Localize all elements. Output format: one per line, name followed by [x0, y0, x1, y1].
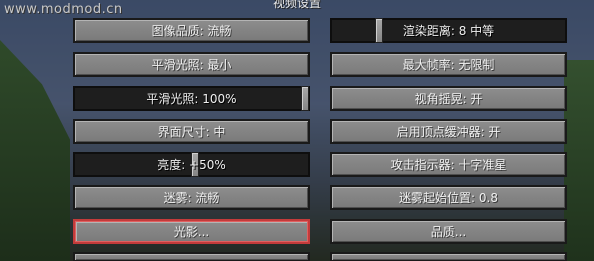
- render-distance-slider[interactable]: 渲染距离: 8 中等: [330, 18, 567, 43]
- render-distance-label: 渲染距离: 8 中等: [402, 24, 495, 38]
- video-settings-grid: 图像品质: 流畅 平滑光照: 最小 平滑光照: 100% 界面尺寸: 中 亮度:…: [0, 0, 594, 261]
- slider-knob[interactable]: [375, 18, 383, 43]
- gui-scale-button[interactable]: 界面尺寸: 中: [73, 119, 310, 144]
- smooth-lighting-label: 平滑光照: 最小: [151, 58, 232, 72]
- attack-indicator-label: 攻击指示器: 十字准星: [390, 158, 507, 172]
- fog-start-button[interactable]: 迷雾起始位置: 0.8: [330, 185, 567, 210]
- brightness-slider[interactable]: 亮度: +50%: [73, 152, 310, 177]
- graphics-quality-button[interactable]: 图像品质: 流畅: [73, 18, 310, 43]
- vbo-button[interactable]: 启用顶点缓冲器: 开: [330, 119, 567, 144]
- hidden-right-button[interactable]: [330, 252, 567, 261]
- quality-label: 品质...: [430, 225, 467, 239]
- fog-label: 迷雾: 流畅: [163, 191, 220, 205]
- gui-scale-label: 界面尺寸: 中: [157, 125, 226, 139]
- quality-button[interactable]: 品质...: [330, 219, 567, 244]
- smooth-lighting-level-slider[interactable]: 平滑光照: 100%: [73, 86, 310, 111]
- smooth-lighting-button[interactable]: 平滑光照: 最小: [73, 52, 310, 77]
- smooth-lighting-level-label: 平滑光照: 100%: [146, 92, 237, 106]
- view-bobbing-button[interactable]: 视角摇晃: 开: [330, 86, 567, 111]
- fog-button[interactable]: 迷雾: 流畅: [73, 185, 310, 210]
- slider-knob[interactable]: [301, 86, 309, 111]
- fog-start-label: 迷雾起始位置: 0.8: [399, 191, 498, 205]
- brightness-label: 亮度: +50%: [157, 158, 226, 172]
- vbo-label: 启用顶点缓冲器: 开: [396, 125, 501, 139]
- hidden-left-button[interactable]: [73, 252, 310, 261]
- attack-indicator-button[interactable]: 攻击指示器: 十字准星: [330, 152, 567, 177]
- max-framerate-label: 最大帧率: 无限制: [402, 58, 495, 72]
- shaders-label: 光影...: [173, 225, 210, 239]
- shaders-button[interactable]: 光影...: [73, 219, 310, 244]
- graphics-quality-label: 图像品质: 流畅: [151, 24, 232, 38]
- max-framerate-button[interactable]: 最大帧率: 无限制: [330, 52, 567, 77]
- view-bobbing-label: 视角摇晃: 开: [414, 92, 483, 106]
